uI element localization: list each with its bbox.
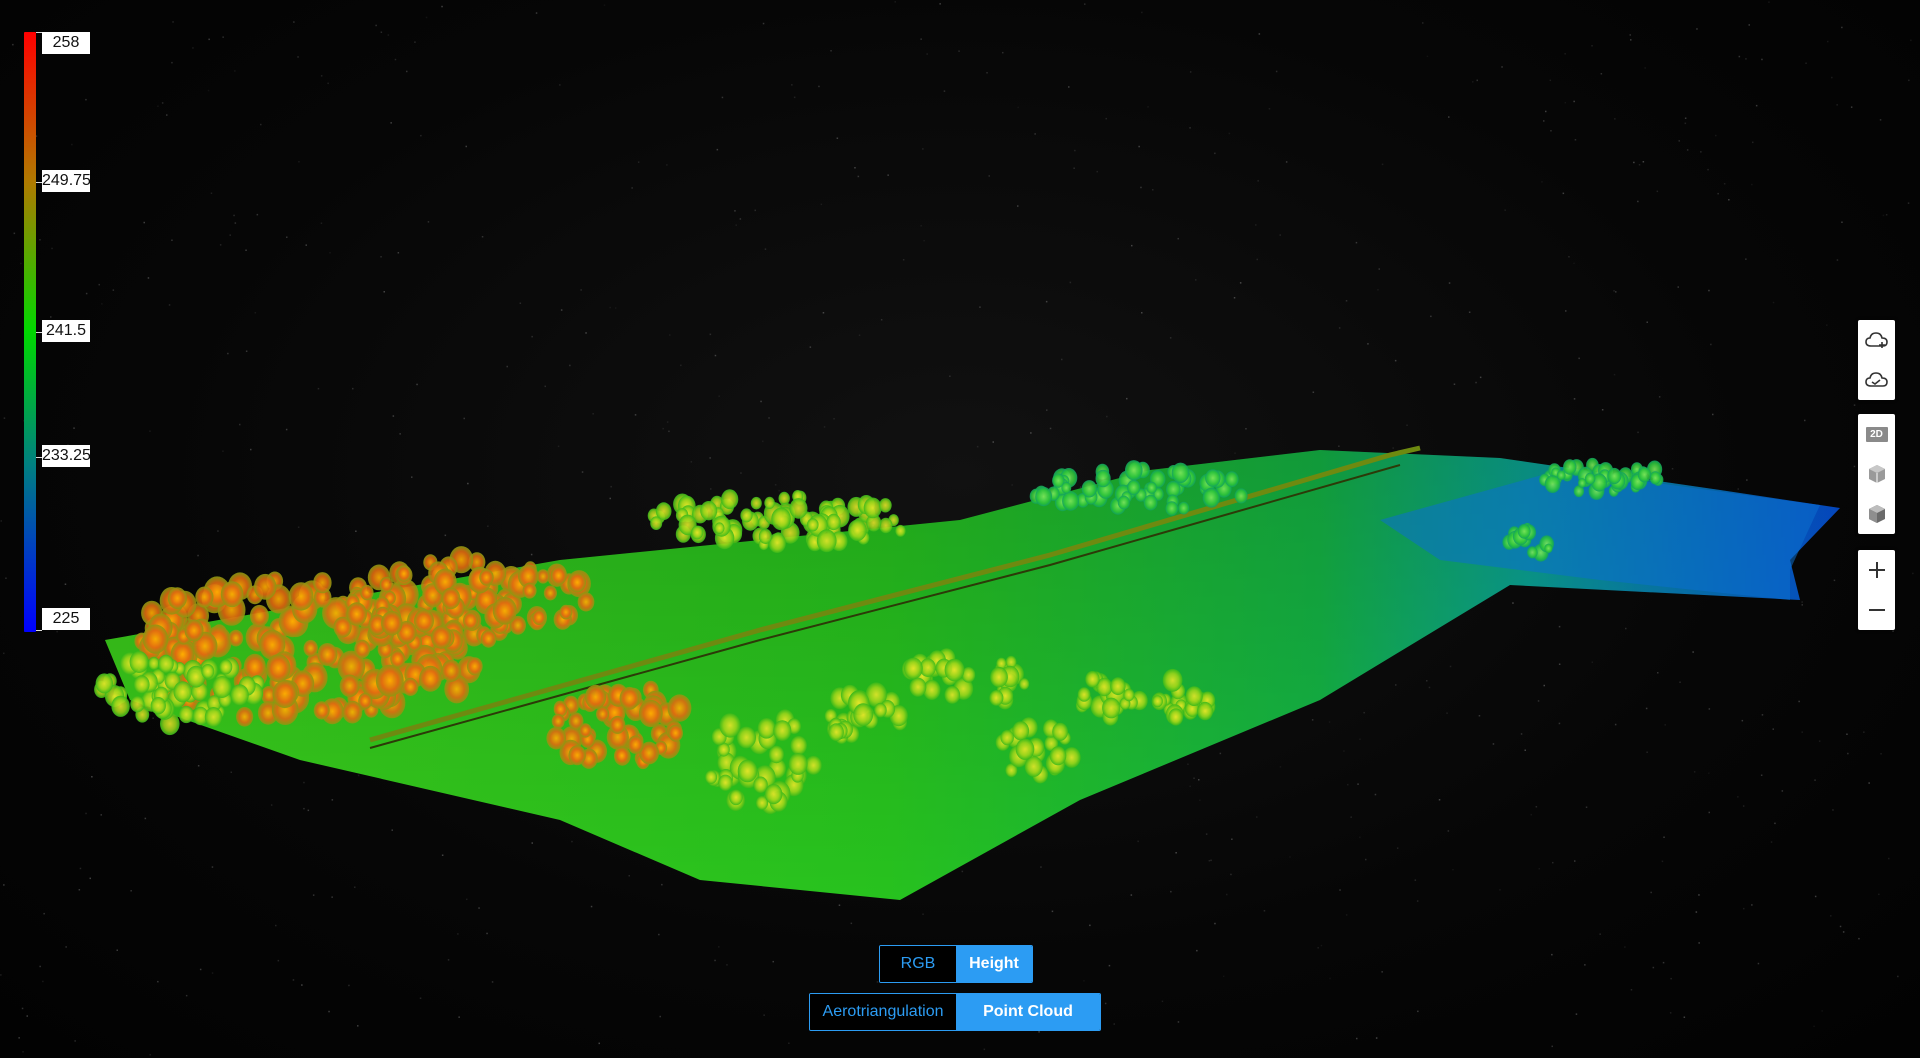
2d-view-icon: 2D <box>1865 426 1888 442</box>
cloud-check-button[interactable] <box>1858 360 1895 400</box>
view-3d-shaded-button[interactable] <box>1858 494 1895 534</box>
color-mode-toggle: RGB Height <box>879 945 1033 983</box>
cloud-check-icon <box>1864 372 1888 387</box>
cloud-add-button[interactable] <box>1858 320 1895 360</box>
legend-label-mid: 241.5 <box>42 320 90 342</box>
point-cloud-viewport[interactable]: 258 249.75 241.5 233.25 225 2D RGB Heigh… <box>0 0 1920 1058</box>
zoom-out-button[interactable] <box>1858 590 1895 630</box>
point-cloud-render[interactable] <box>0 0 1920 1058</box>
cube-icon <box>1868 465 1885 483</box>
point-cloud-button[interactable]: Point Cloud <box>956 994 1100 1030</box>
height-mode-button[interactable]: Height <box>956 946 1032 982</box>
view-3d-button[interactable] <box>1858 454 1895 494</box>
zoom-in-button[interactable] <box>1858 550 1895 590</box>
cube-shaded-icon <box>1868 505 1885 523</box>
legend-label-min: 225 <box>42 608 90 630</box>
legend-label-max: 258 <box>42 32 90 54</box>
height-legend: 258 249.75 241.5 233.25 225 <box>24 32 104 632</box>
legend-tick <box>36 630 42 631</box>
legend-label-lower: 233.25 <box>42 445 90 467</box>
zoom-in-icon <box>1868 562 1885 578</box>
aerotriangulation-button[interactable]: Aerotriangulation <box>810 994 956 1030</box>
zoom-out-icon <box>1868 609 1885 611</box>
view-tool-group: 2D <box>1858 414 1895 534</box>
cloud-add-icon <box>1864 332 1888 348</box>
height-color-ramp <box>24 32 36 632</box>
view-2d-button[interactable]: 2D <box>1858 414 1895 454</box>
zoom-tool-group <box>1858 550 1895 630</box>
rgb-mode-button[interactable]: RGB <box>880 946 956 982</box>
data-mode-toggle: Aerotriangulation Point Cloud <box>809 993 1101 1031</box>
legend-label-upper: 249.75 <box>42 170 90 192</box>
cloud-tool-group <box>1858 320 1895 400</box>
